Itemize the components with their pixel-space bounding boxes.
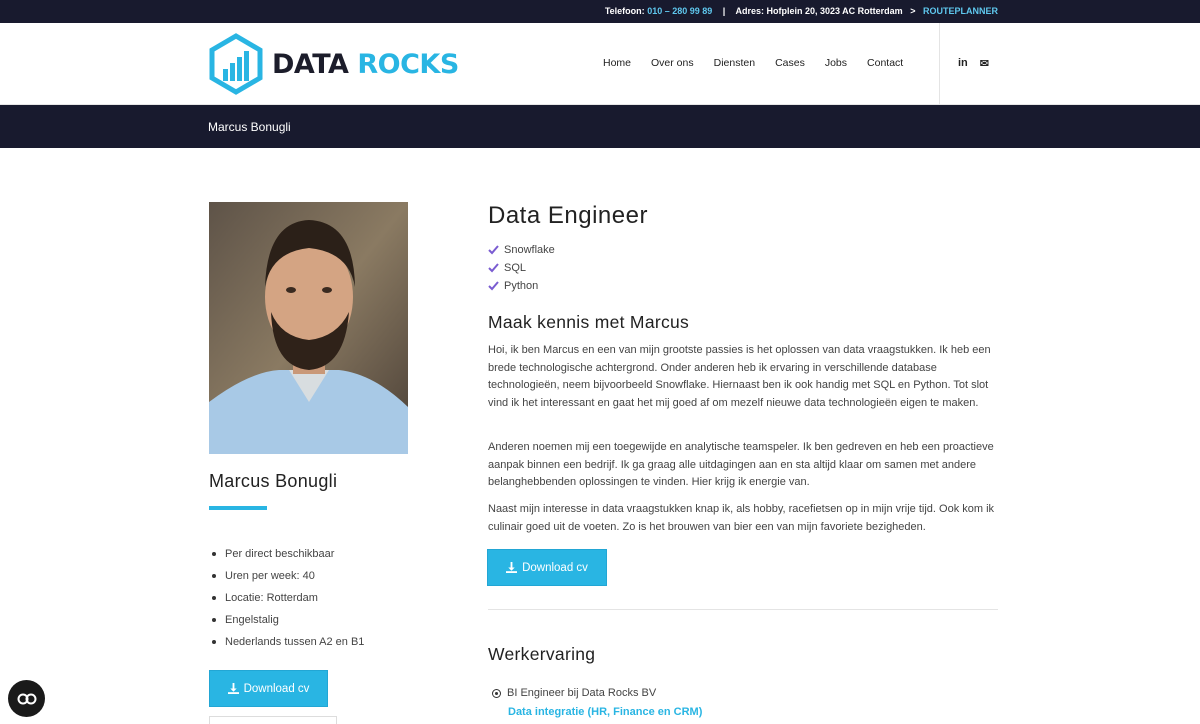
role-heading: Data Engineer: [488, 202, 648, 229]
main-nav: Home Over ons Diensten Cases Jobs Contac…: [593, 57, 913, 69]
job-entry: BI Engineer bij Data Rocks BV: [492, 687, 656, 699]
profile-facts-list: Per direct beschikbaar Uren per week: 40…: [212, 543, 364, 653]
phone-link[interactable]: 010 – 280 99 89: [647, 6, 712, 16]
fact-hours: Uren per week: 40: [212, 565, 364, 587]
profile-photo: [209, 202, 408, 454]
nav-item-jobs[interactable]: Jobs: [825, 57, 847, 69]
intro-paragraph-2: Anderen noemen mij een toegewijde en ana…: [488, 441, 994, 489]
skill-label: Python: [504, 280, 539, 292]
phone-label: Telefoon:: [604, 6, 645, 16]
routeplanner-link[interactable]: ROUTEPLANNER: [923, 6, 998, 16]
site-logo[interactable]: DATA ROCKS: [208, 32, 459, 96]
logo-wordmark: DATA ROCKS: [272, 49, 459, 80]
job-detail-link[interactable]: Data integratie (HR, Finance en CRM): [508, 706, 702, 718]
nav-item-home[interactable]: Home: [603, 57, 631, 69]
skills-list: Snowflake SQL Python: [488, 241, 555, 295]
fact-availability: Per direct beschikbaar: [212, 543, 364, 565]
social-links: in ✉: [958, 57, 989, 70]
download-cv-button-main[interactable]: Download cv: [487, 549, 607, 586]
fact-language-dutch: Nederlands tussen A2 en B1: [212, 631, 364, 653]
header-divider: [939, 23, 940, 105]
top-info-bar: Telefoon: 010 – 280 99 89 | Adres: Hofpl…: [0, 0, 1200, 23]
linkedin-icon[interactable]: in: [958, 57, 968, 70]
mail-icon[interactable]: ✉: [980, 57, 989, 70]
download-icon: [227, 683, 239, 694]
secondary-button-partial[interactable]: [209, 716, 337, 724]
intro-heading: Maak kennis met Marcus: [488, 312, 690, 332]
nav-item-cases[interactable]: Cases: [775, 57, 805, 69]
section-divider: [488, 609, 998, 610]
address-text: Adres: Hofplein 20, 3023 AC Rotterdam: [735, 6, 903, 16]
logo-hexagon-icon: [209, 33, 263, 95]
nav-item-diensten[interactable]: Diensten: [714, 57, 755, 69]
check-icon: [488, 245, 499, 255]
logo-word-data: DATA: [272, 48, 349, 80]
download-cv-label: Download cv: [243, 682, 310, 695]
skill-item: Python: [488, 277, 555, 295]
page-title-bar: Marcus Bonugli: [0, 105, 1200, 148]
skill-item: Snowflake: [488, 241, 555, 259]
job-title: BI Engineer bij Data Rocks BV: [507, 687, 657, 699]
check-icon: [488, 281, 499, 291]
cookie-settings-button[interactable]: [8, 680, 45, 717]
download-icon: [506, 562, 518, 573]
download-cv-label: Download cv: [522, 561, 588, 574]
profile-name: Marcus Bonugli: [209, 471, 338, 491]
skill-label: SQL: [504, 262, 527, 274]
work-experience-heading: Werkervaring: [488, 644, 596, 664]
arrow-glyph: >: [910, 6, 916, 16]
check-icon: [488, 263, 499, 273]
download-cv-button-left[interactable]: Download cv: [209, 670, 328, 707]
radio-dot-icon: [492, 688, 501, 698]
intro-paragraph-1: Hoi, ik ben Marcus en een van mijn groot…: [488, 344, 991, 410]
nav-item-over-ons[interactable]: Over ons: [651, 57, 694, 69]
site-header: DATA ROCKS Home Over ons Diensten Cases …: [0, 23, 1200, 105]
name-underline: [209, 506, 267, 510]
skill-label: Snowflake: [504, 244, 555, 256]
intro-paragraph-3: Naast mijn interesse in data vraagstukke…: [488, 503, 995, 533]
cookie-settings-icon: [17, 693, 36, 704]
separator: |: [722, 6, 726, 16]
skill-item: SQL: [488, 259, 555, 277]
page-title: Marcus Bonugli: [208, 120, 291, 134]
nav-item-contact[interactable]: Contact: [867, 57, 903, 69]
fact-language-english: Engelstalig: [212, 609, 364, 631]
logo-word-rocks: ROCKS: [357, 48, 459, 80]
fact-location: Locatie: Rotterdam: [212, 587, 364, 609]
